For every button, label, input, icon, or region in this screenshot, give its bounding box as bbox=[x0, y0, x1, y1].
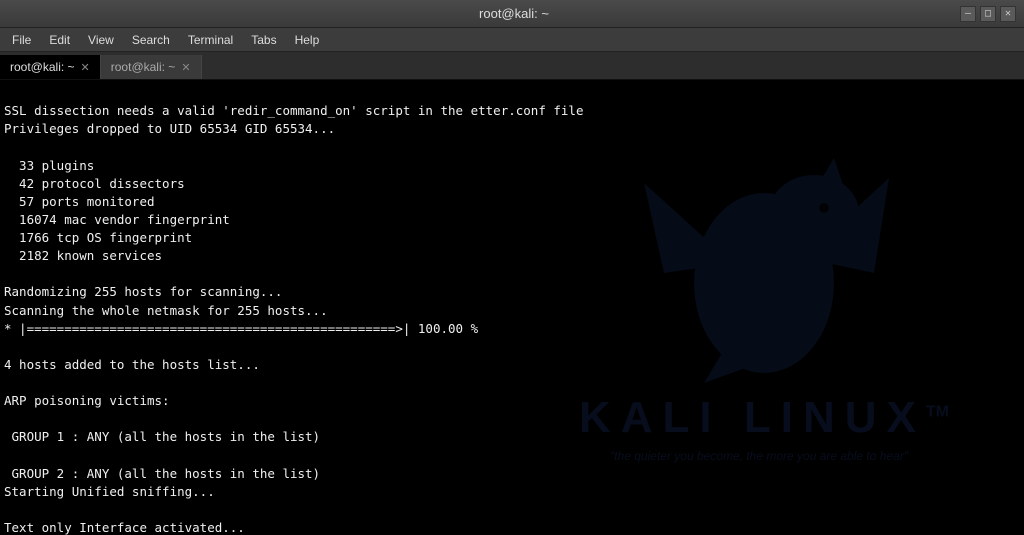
menu-help[interactable]: Help bbox=[287, 31, 328, 49]
window-controls[interactable]: — □ ✕ bbox=[960, 6, 1016, 22]
minimize-button[interactable]: — bbox=[960, 6, 976, 22]
menu-tabs[interactable]: Tabs bbox=[243, 31, 284, 49]
menu-search[interactable]: Search bbox=[124, 31, 178, 49]
menu-edit[interactable]: Edit bbox=[41, 31, 78, 49]
menu-terminal[interactable]: Terminal bbox=[180, 31, 241, 49]
tab-1-close[interactable]: ✕ bbox=[81, 61, 90, 74]
tab-1-label: root@kali: ~ bbox=[10, 60, 75, 74]
menu-file[interactable]: File bbox=[4, 31, 39, 49]
tab-1[interactable]: root@kali: ~ ✕ bbox=[0, 55, 101, 79]
tab-2-close[interactable]: ✕ bbox=[181, 61, 190, 74]
tab-2-label: root@kali: ~ bbox=[111, 60, 176, 74]
terminal-output: SSL dissection needs a valid 'redir_comm… bbox=[0, 80, 1024, 535]
close-button[interactable]: ✕ bbox=[1000, 6, 1016, 22]
menu-bar: File Edit View Search Terminal Tabs Help bbox=[0, 28, 1024, 52]
tab-2[interactable]: root@kali: ~ ✕ bbox=[101, 55, 202, 79]
maximize-button[interactable]: □ bbox=[980, 6, 996, 22]
output-line-ssl: SSL dissection needs a valid 'redir_comm… bbox=[4, 103, 636, 535]
menu-view[interactable]: View bbox=[80, 31, 122, 49]
terminal-window[interactable]: KALI LINUXTM "the quieter you become, th… bbox=[0, 80, 1024, 535]
window-title: root@kali: ~ bbox=[68, 6, 960, 21]
tab-bar: root@kali: ~ ✕ root@kali: ~ ✕ bbox=[0, 52, 1024, 80]
title-bar: root@kali: ~ — □ ✕ bbox=[0, 0, 1024, 28]
